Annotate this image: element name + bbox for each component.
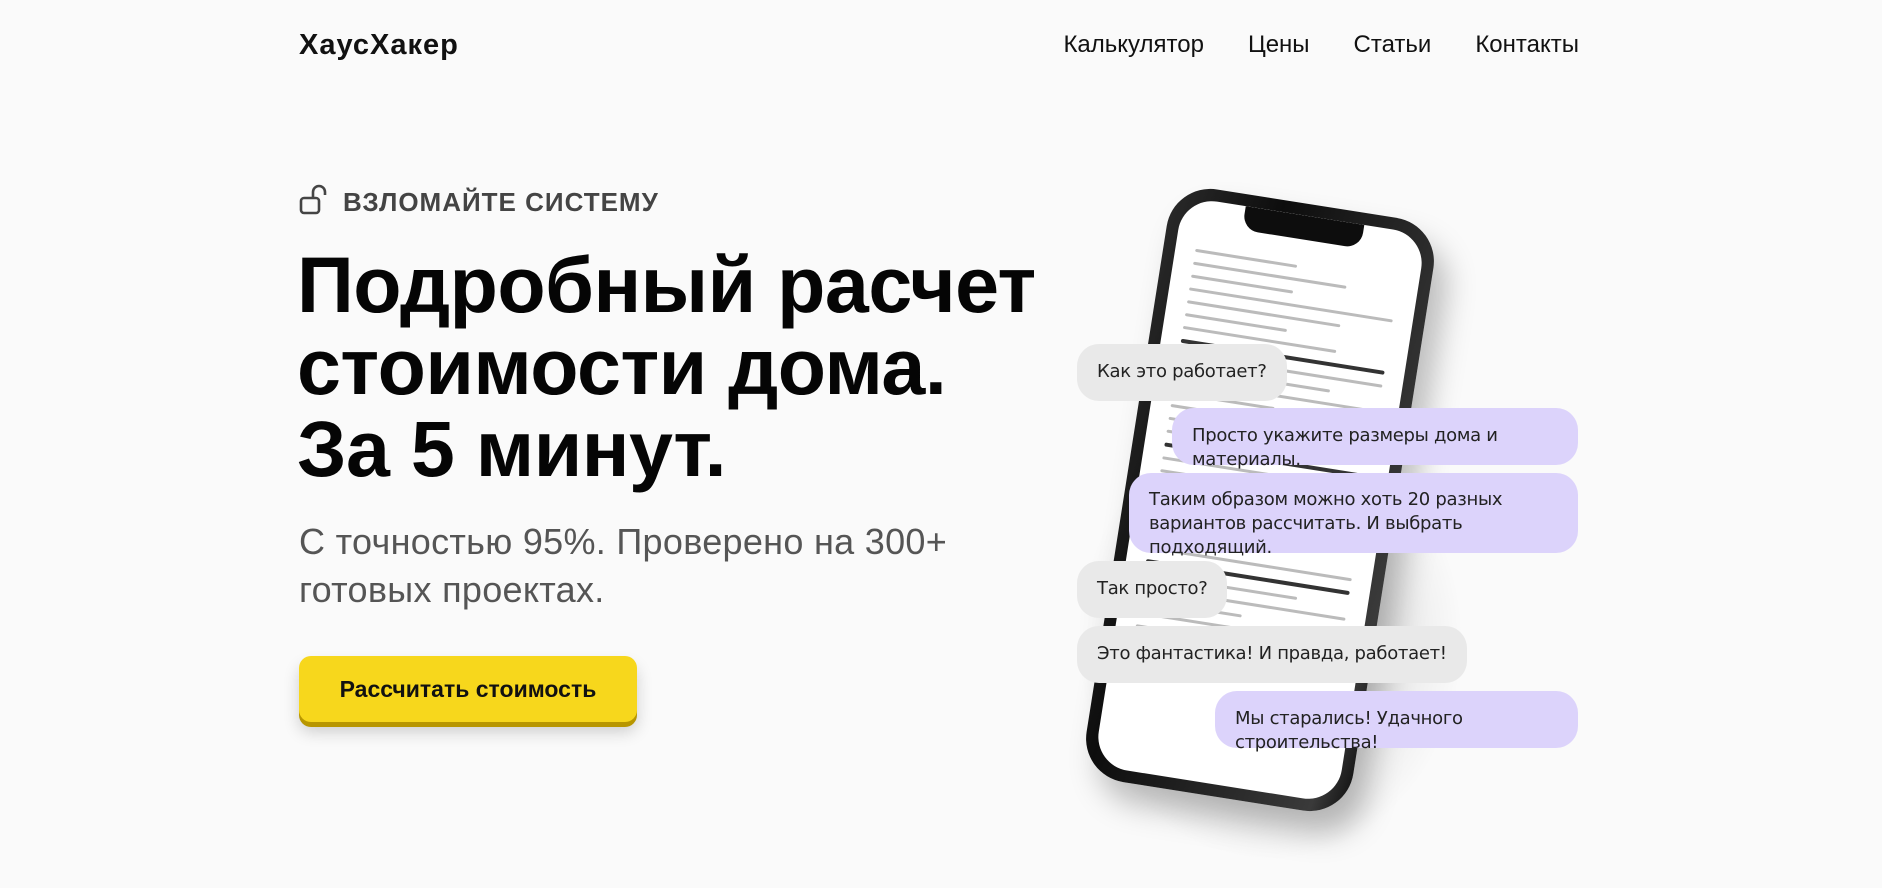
phone-notch — [1242, 206, 1365, 249]
unlocked-lock-icon — [299, 184, 329, 221]
chat-bubble-question-2: Так просто? — [1077, 561, 1228, 618]
nav-item-calculator[interactable]: Калькулятор — [1063, 31, 1204, 59]
chat-bubble-question-3: Это фантастика! И правда, работает! — [1077, 626, 1467, 683]
eyebrow-text: ВЗЛОМАЙТЕ СИСТЕМУ — [343, 187, 659, 217]
headline-line-1: Подробный расчет — [297, 240, 1036, 329]
calculate-cost-button[interactable]: Рассчитать стоимость — [299, 656, 637, 722]
headline-line-3: За 5 минут. — [297, 404, 727, 493]
subtitle-line-1: С точностью 95%. Проверено на 300+ — [299, 521, 948, 562]
nav-item-articles[interactable]: Статьи — [1354, 31, 1432, 59]
eyebrow: ВЗЛОМАЙТЕ СИСТЕМУ — [299, 184, 659, 221]
nav-item-contacts[interactable]: Контакты — [1475, 31, 1579, 59]
site-header: ХаусХакер Калькулятор Цены Статьи Контак… — [299, 22, 1579, 68]
subtitle: С точностью 95%. Проверено на 300+ готов… — [299, 518, 1079, 614]
main-nav: Калькулятор Цены Статьи Контакты — [1063, 31, 1579, 59]
logo[interactable]: ХаусХакер — [299, 29, 459, 62]
page-title: Подробный расчет стоимости дома. За 5 ми… — [297, 244, 1097, 490]
subtitle-line-2: готовых проектах. — [299, 569, 605, 610]
chat-bubble-answer-2: Таким образом можно хоть 20 разных вариа… — [1129, 473, 1578, 558]
chat-bubble-question-1: Как это работает? — [1077, 344, 1287, 401]
nav-item-prices[interactable]: Цены — [1248, 31, 1310, 59]
headline-line-2: стоимости дома. — [297, 322, 947, 411]
chat-bubble-answer-1: Просто укажите размеры дома и материалы. — [1172, 408, 1578, 470]
chat-bubble-answer-3: Мы старались! Удачного строительства! — [1215, 691, 1578, 753]
